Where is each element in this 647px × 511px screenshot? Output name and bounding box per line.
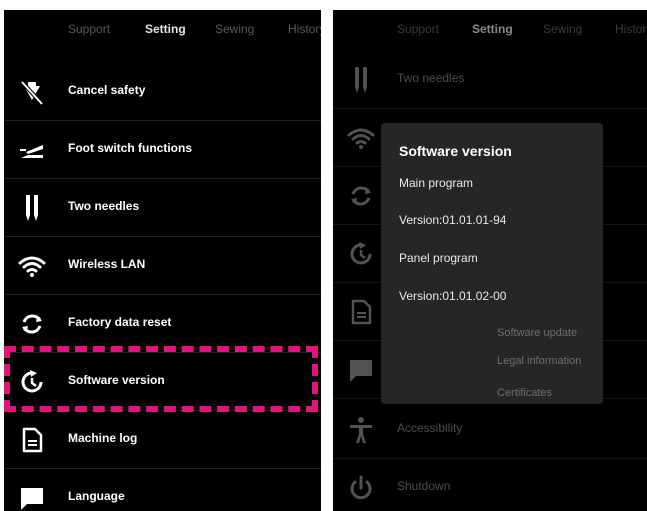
menu-item-foot-switch[interactable]: Foot switch functions: [4, 120, 321, 179]
menu-item-factory-reset[interactable]: Factory data reset: [4, 294, 321, 353]
accessibility-icon: [347, 416, 375, 444]
certificates-link[interactable]: Certificates: [497, 387, 552, 399]
panel-program-label: Panel program: [399, 251, 478, 265]
software-version-icon: [347, 240, 375, 268]
main-program-version: Version:01.01.01-94: [399, 213, 507, 227]
two-needles-icon: [18, 194, 46, 222]
menu-item-label: Language: [68, 489, 125, 503]
tab-bar: Support Setting Sewing History: [333, 10, 647, 48]
tab-sewing[interactable]: Sewing: [215, 22, 254, 36]
legal-information-link[interactable]: Legal information: [497, 355, 581, 367]
tab-setting[interactable]: Setting: [145, 22, 186, 36]
dialog-title: Software version: [399, 143, 512, 159]
tab-bar: Support Setting Sewing History: [4, 10, 321, 48]
document-icon: [18, 426, 46, 454]
foot-switch-icon: [18, 136, 46, 164]
menu-item-label: Two needles: [397, 71, 465, 85]
menu-item-two-needles[interactable]: Two needles: [333, 50, 647, 109]
chat-icon: [347, 356, 375, 384]
tab-sewing[interactable]: Sewing: [543, 22, 582, 36]
software-version-dialog: Software version Main program Version:01…: [381, 123, 603, 404]
reset-icon: [18, 310, 46, 338]
tab-support[interactable]: Support: [397, 22, 439, 36]
settings-screen-left: Support Setting Sewing History Cancel sa…: [4, 10, 321, 511]
tab-setting[interactable]: Setting: [472, 22, 513, 36]
tab-history[interactable]: History: [615, 22, 647, 36]
tab-support[interactable]: Support: [68, 22, 110, 36]
menu-item-software-version[interactable]: Software version: [4, 352, 321, 411]
software-update-link[interactable]: Software update: [497, 327, 577, 339]
menu-item-label: Cancel safety: [68, 83, 146, 97]
menu-item-label: Factory data reset: [68, 315, 172, 329]
reset-icon: [347, 182, 375, 210]
menu-item-two-needles[interactable]: Two needles: [4, 178, 321, 237]
menu-item-language[interactable]: Language: [4, 468, 321, 511]
power-icon: [347, 474, 375, 502]
menu-item-shutdown[interactable]: Shutdown: [333, 458, 647, 511]
menu-item-wireless-lan[interactable]: Wireless LAN: [4, 236, 321, 295]
document-icon: [347, 298, 375, 326]
menu-item-accessibility[interactable]: Accessibility: [333, 400, 647, 459]
menu-item-label: Software version: [68, 373, 165, 387]
panel-program-version: Version:01.01.02-00: [399, 289, 507, 303]
tab-history[interactable]: History: [288, 22, 321, 36]
menu-item-label: Two needles: [68, 199, 140, 213]
menu-item-label: Shutdown: [397, 479, 451, 493]
menu-item-label: Wireless LAN: [68, 257, 146, 271]
menu-item-machine-log[interactable]: Machine log: [4, 410, 321, 469]
main-program-label: Main program: [399, 176, 474, 190]
menu-item-label: Accessibility: [397, 421, 463, 435]
menu-item-label: Machine log: [68, 431, 138, 445]
wifi-icon: [347, 124, 375, 152]
software-version-icon: [18, 368, 46, 396]
menu-item-label: Foot switch functions: [68, 141, 192, 155]
wifi-icon: [18, 252, 46, 280]
chat-icon: [18, 484, 46, 511]
menu-item-cancel-safety[interactable]: Cancel safety: [4, 62, 321, 121]
two-needles-icon: [347, 66, 375, 94]
cancel-safety-icon: [18, 78, 46, 106]
